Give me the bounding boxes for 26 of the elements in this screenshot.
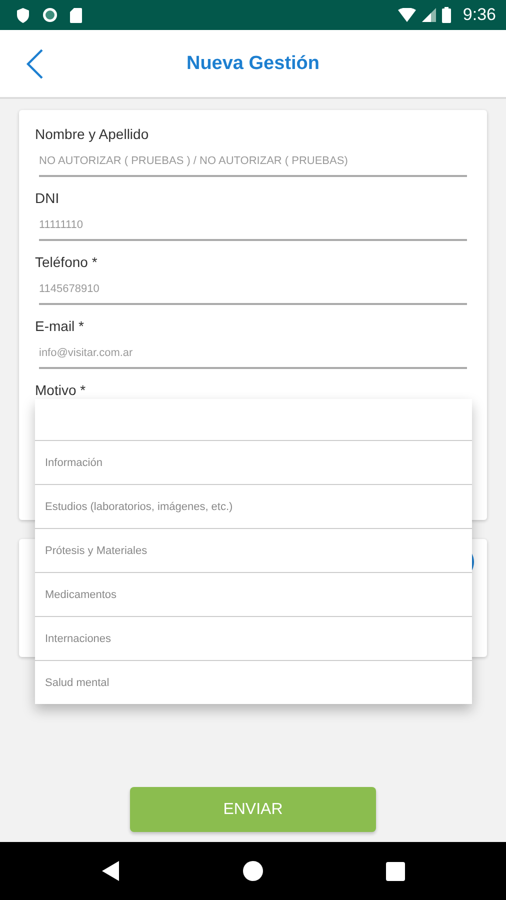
input-field[interactable]: NO AUTORIZAR ( PRUEBAS ) / NO AUTORIZAR ( PRUEBAS): [39, 147, 467, 177]
input-field[interactable]: info@visitar.com.ar: [39, 339, 467, 369]
field-label: DNI: [35, 189, 60, 208]
sd-card-icon: [70, 8, 82, 22]
input-field[interactable]: 1145678910: [39, 275, 467, 305]
dropdown-option[interactable]: Prótesis y Materiales: [35, 528, 472, 572]
signal-icon: [422, 8, 436, 22]
back-icon[interactable]: [102, 861, 120, 881]
dropdown-option[interactable]: Estudios (laboratorios, imágenes, etc.): [35, 484, 472, 528]
dropdown-option[interactable]: Internaciones: [35, 616, 472, 660]
page-title: Nueva Gestión: [186, 52, 320, 74]
dropdown-option[interactable]: Información: [35, 440, 472, 484]
wifi-icon: [398, 8, 416, 22]
home-icon[interactable]: [242, 861, 262, 881]
field-label: E-mail *: [35, 317, 86, 336]
status-time: 9:36: [462, 5, 496, 25]
dropdown-option[interactable]: Salud mental: [35, 660, 472, 704]
battery-icon: [442, 7, 451, 23]
recents-icon[interactable]: [386, 862, 404, 880]
field-label: Nombre y Apellido: [35, 125, 150, 144]
input-field[interactable]: 11111110: [39, 211, 467, 241]
shield-icon: [16, 8, 30, 22]
field-label: Motivo *: [35, 381, 87, 400]
dropdown-option[interactable]: Medicamentos: [35, 572, 472, 616]
field-label: Teléfono *: [35, 253, 98, 272]
submit-button[interactable]: ENVIAR: [130, 787, 376, 832]
